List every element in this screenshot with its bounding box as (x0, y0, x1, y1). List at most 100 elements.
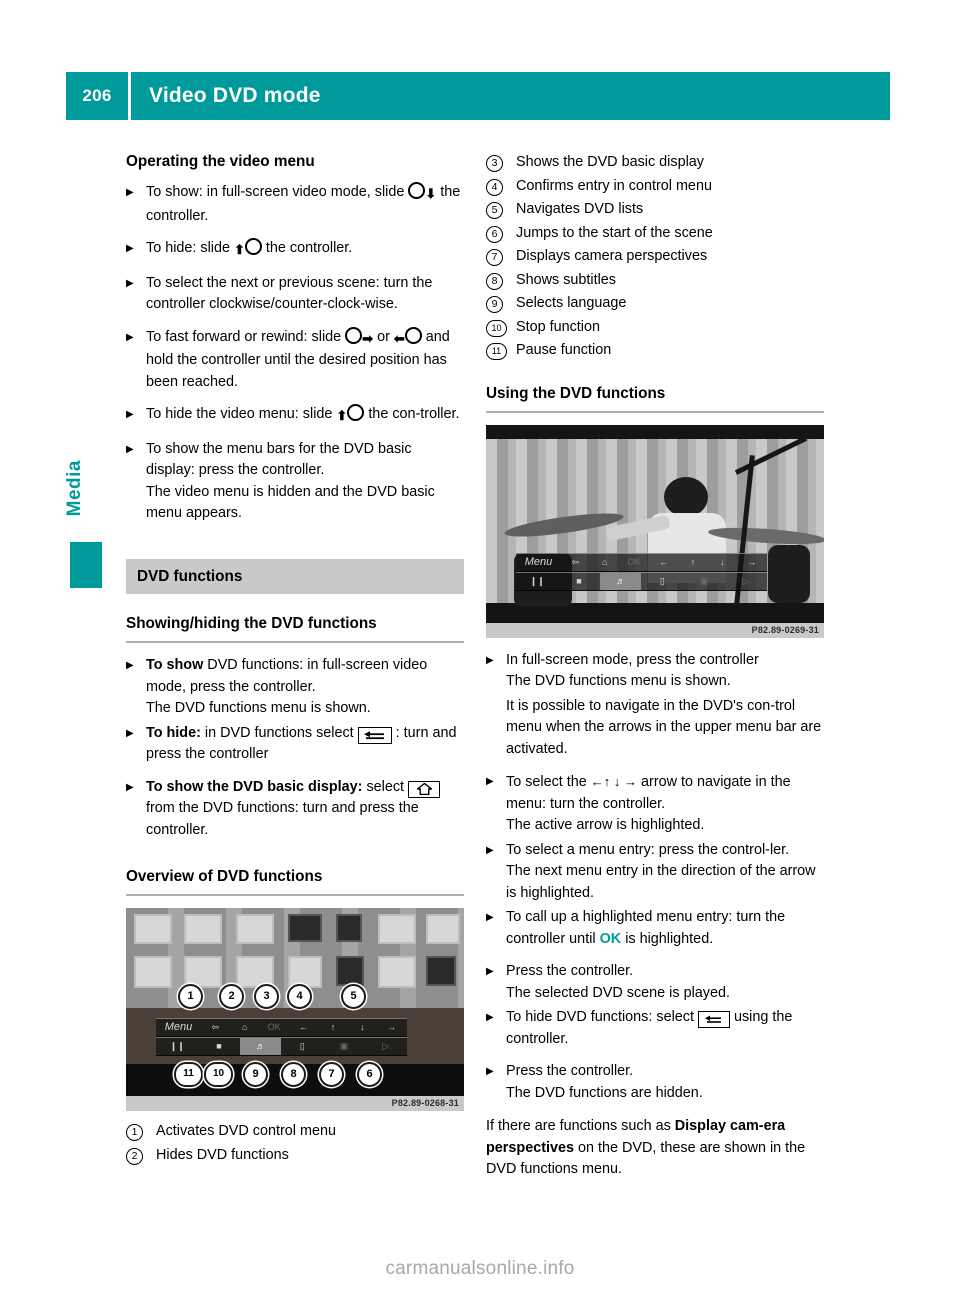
controller-slide-up-icon: ⬆ (234, 238, 262, 262)
legend-text: Selects language (516, 295, 627, 311)
instruction-text: the controller. (265, 240, 353, 256)
instruction-note: The selected DVD scene is played. (506, 984, 730, 1001)
window (134, 956, 172, 988)
legend-number: 1 (126, 1121, 156, 1143)
callout-11: 11 (174, 1062, 203, 1087)
legend-number: 8 (486, 270, 516, 292)
osd-arrow-down[interactable]: ↓ (708, 554, 737, 571)
osd-ok-button[interactable]: OK (259, 1019, 288, 1036)
list-item: To hide: in DVD functions select : turn … (126, 723, 464, 766)
instruction-emphasis: To hide: (146, 724, 201, 741)
list-item: To fast forward or rewind: slide ➡ or ⬅ … (126, 326, 464, 394)
legend-number: 10 (486, 317, 516, 339)
instruction-text: To fast forward or rewind: slide (146, 328, 342, 345)
back-arrow-glyph (363, 730, 384, 739)
window (236, 914, 274, 944)
heading-using-dvd-functions: Using the DVD functions (486, 384, 824, 413)
using-instructions: In full-screen mode, press the controlle… (486, 650, 824, 1181)
legend-number: 6 (486, 223, 516, 245)
callout-4: 4 (287, 984, 312, 1009)
back-arrow-key-icon (357, 726, 392, 744)
instruction-note: The next menu entry in the direction of … (506, 863, 816, 901)
instruction-text: the con-troller. (368, 406, 460, 422)
list-item: 7 Displays camera perspectives (486, 246, 824, 268)
osd-back-icon[interactable]: ⇦ (561, 554, 590, 571)
osd-home-icon[interactable]: ⌂ (590, 554, 619, 571)
controller-slide-left-icon: ⬅ (394, 326, 422, 351)
instruction-text: Press the controller. (506, 963, 634, 979)
osd-pause-button[interactable]: ❙❙ (156, 1038, 198, 1055)
osd-menu-label[interactable]: Menu (156, 1019, 200, 1036)
list-item: Press the controller. The selected DVD s… (486, 961, 824, 1004)
window (378, 914, 416, 944)
controller-slide-down-icon: ⬇ (408, 182, 436, 206)
osd-camera-button[interactable]: ▣ (683, 573, 725, 590)
osd-arrow-up[interactable]: ↑ (318, 1019, 347, 1036)
osd-arrow-right[interactable]: → (737, 554, 766, 571)
heading-overview-dvd-functions: Overview of DVD functions (126, 867, 464, 896)
osd-arrow-up[interactable]: ↑ (678, 554, 707, 571)
legend-text: Jumps to the start of the scene (516, 224, 713, 241)
instruction-note: The video menu is hidden and the DVD bas… (146, 483, 435, 522)
window (378, 956, 416, 988)
instruction-note: The DVD functions are hidden. (506, 1084, 703, 1101)
list-item: To hide the video menu: slide ⬆ the con-… (126, 404, 464, 428)
left-column: Operating the video menu To show: in ful… (126, 152, 464, 1168)
instruction-text: To select the next or previous scene: tu… (146, 274, 433, 313)
osd-arrow-left[interactable]: ← (289, 1019, 318, 1036)
heading-showing-hiding: Showing/hiding the DVD functions (126, 614, 464, 643)
drum (768, 544, 810, 603)
osd-subtitle-button[interactable]: ▯ (281, 1038, 323, 1055)
osd-home-icon[interactable]: ⌂ (230, 1019, 259, 1036)
list-item: To select the ←↑ ↓ → arrow to navigate i… (486, 771, 824, 837)
list-item: To show: in full-screen video mode, slid… (126, 182, 464, 227)
osd-scene-start-button[interactable]: ▷ (365, 1038, 407, 1055)
osd-language-button[interactable]: ♬ (599, 572, 642, 590)
list-item: To select a menu entry: press the contro… (486, 840, 824, 905)
section-band-dvd-functions: DVD functions (126, 558, 464, 594)
list-item: To show the menu bars for the DVD basic … (126, 439, 464, 525)
legend-text: Pause function (516, 342, 612, 358)
osd-stop-button[interactable]: ■ (558, 573, 600, 590)
osd-pause-button[interactable]: ❙❙ (516, 573, 558, 590)
osd-menu-label[interactable]: Menu (516, 554, 560, 571)
osd-arrow-down[interactable]: ↓ (348, 1019, 377, 1036)
window (426, 914, 460, 944)
legend-number: 3 (486, 152, 516, 174)
instruction-text: or (377, 328, 390, 345)
osd-camera-button[interactable]: ▣ (323, 1038, 365, 1055)
list-item: 1 Activates DVD control menu (126, 1121, 464, 1143)
navigation-arrows-icon: ←↑ ↓ → (590, 774, 638, 789)
osd-language-button[interactable]: ♬ (239, 1038, 282, 1055)
osd-scene-start-button[interactable]: ▷ (725, 573, 767, 590)
callout-1: 1 (178, 984, 203, 1009)
page-header: 206 Video DVD mode (66, 72, 890, 120)
instruction-emphasis: To show the DVD basic display: (146, 778, 363, 795)
osd-ok-button[interactable]: OK (619, 554, 648, 571)
legend-continued: 3 Shows the DVD basic display 4 Confirms… (486, 152, 824, 362)
legend-text: Displays camera perspectives (516, 248, 708, 264)
instruction-note: The DVD functions menu is shown. (146, 700, 371, 716)
legend-text: Confirms entry in control menu (516, 177, 712, 194)
osd-back-icon[interactable]: ⇦ (201, 1019, 230, 1036)
performer-head (664, 476, 708, 517)
list-item: To call up a highlighted menu entry: tur… (486, 907, 824, 950)
osd-arrow-right[interactable]: → (377, 1019, 406, 1036)
legend-overview: 1 Activates DVD control menu 2 Hides DVD… (126, 1121, 464, 1166)
instruction-emphasis: To show (146, 657, 204, 673)
legend-text: Stop function (516, 318, 601, 335)
ok-highlight: OK (599, 930, 622, 947)
osd-stop-button[interactable]: ■ (198, 1038, 240, 1055)
instruction-text: from the DVD functions: turn and press t… (146, 800, 419, 838)
callout-3: 3 (254, 984, 279, 1009)
list-item: To hide DVD functions: select using the … (486, 1007, 824, 1050)
osd-arrow-left[interactable]: ← (649, 554, 678, 571)
list-item: 4 Confirms entry in control menu (486, 176, 824, 198)
osd-subtitle-button[interactable]: ▯ (641, 573, 683, 590)
window (426, 956, 456, 986)
figure-caption-overview: P82.89-0268-31 (126, 1096, 464, 1111)
list-item: 6 Jumps to the start of the scene (486, 223, 824, 245)
legend-text: Shows the DVD basic display (516, 154, 704, 170)
list-item: 8 Shows subtitles (486, 270, 824, 292)
callout-6: 6 (357, 1062, 382, 1087)
